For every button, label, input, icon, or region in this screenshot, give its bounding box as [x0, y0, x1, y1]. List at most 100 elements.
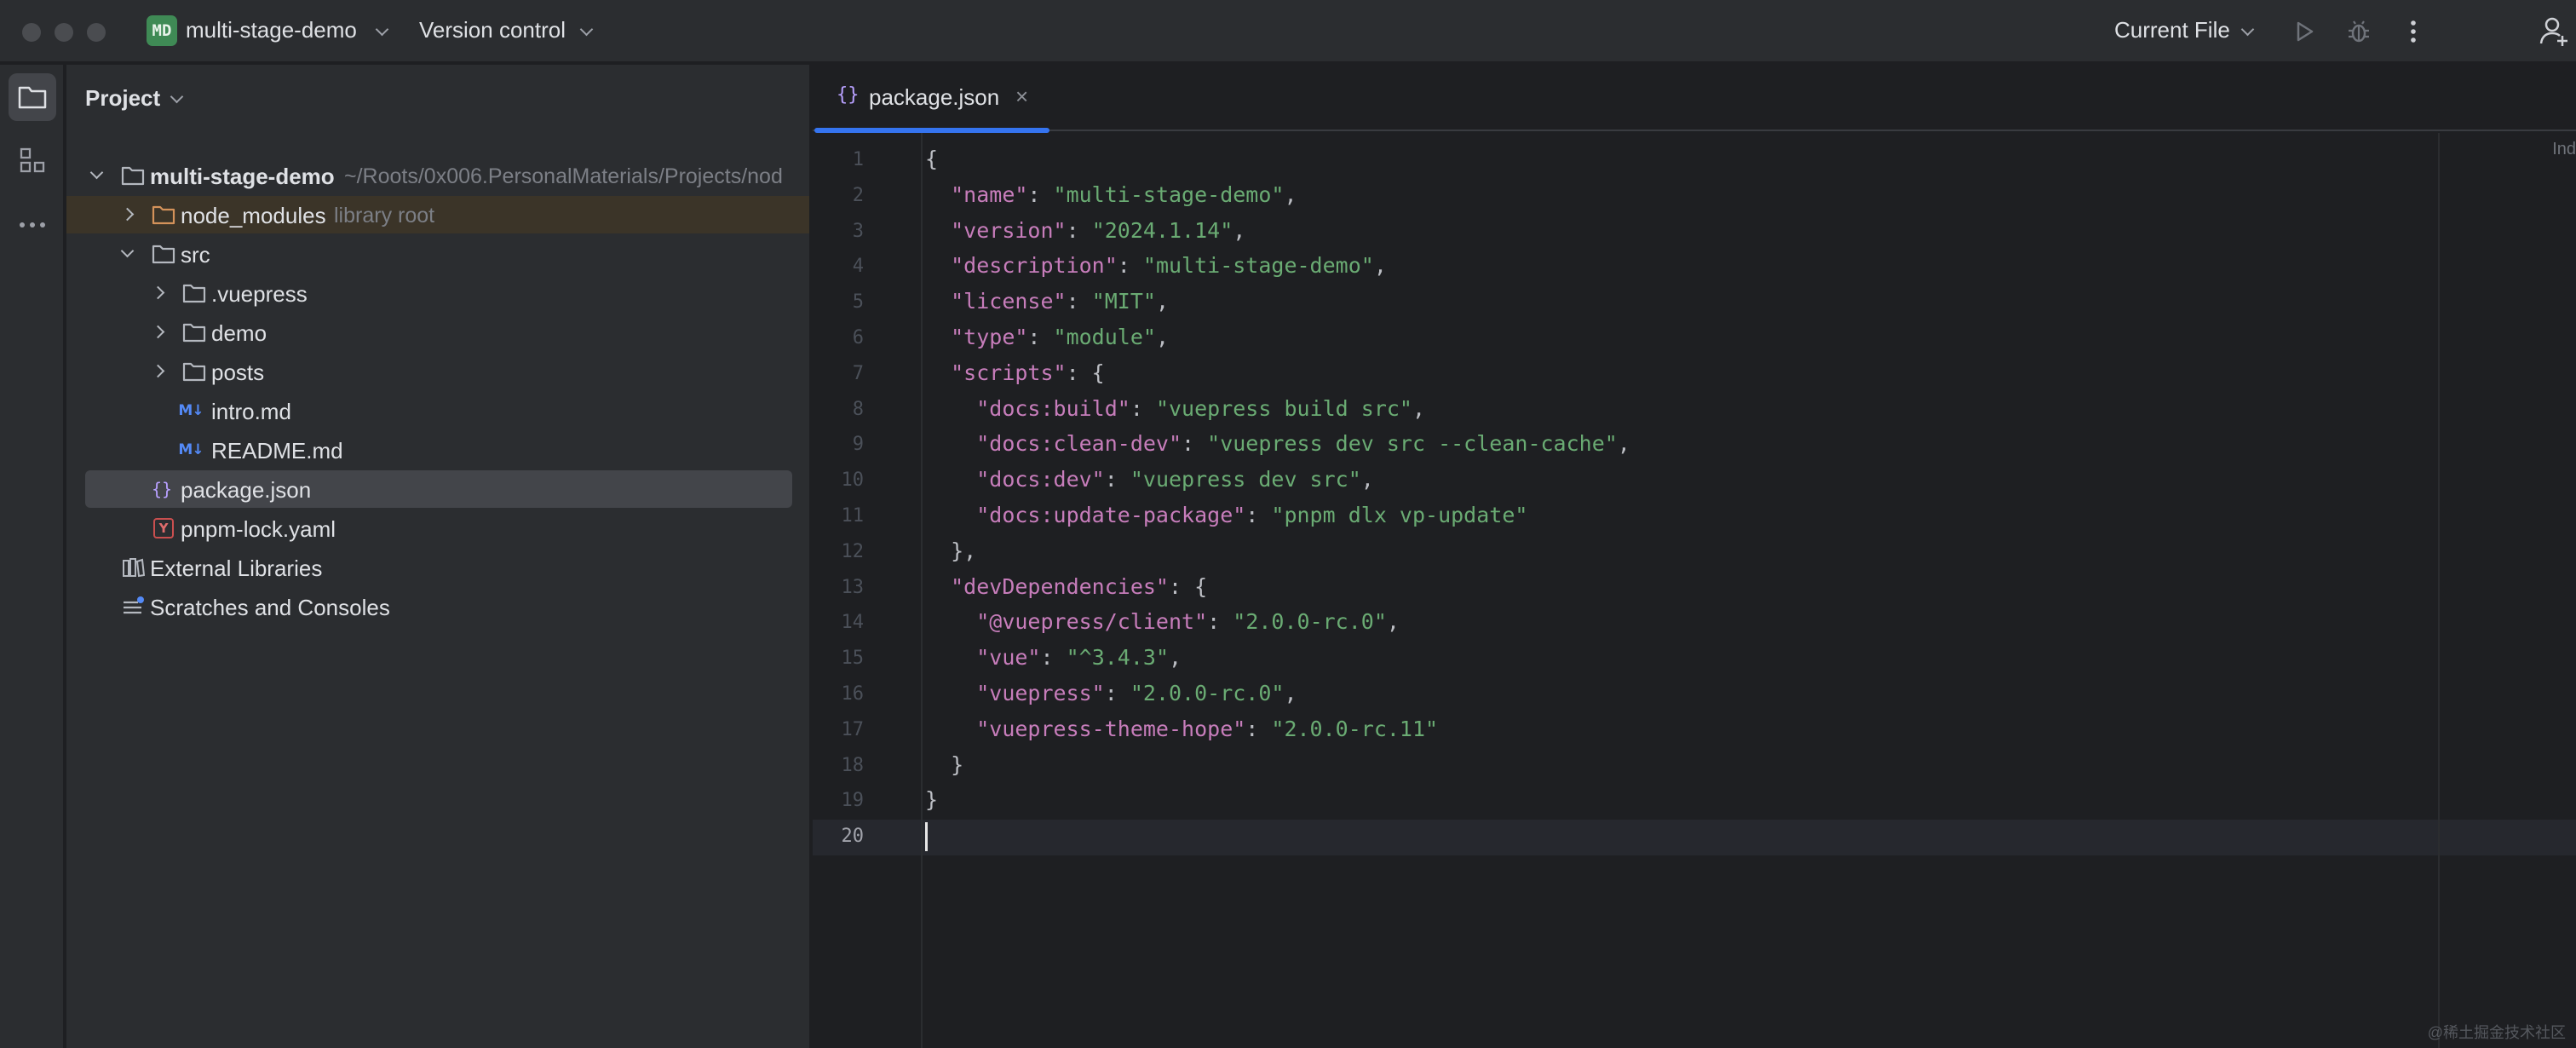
- vcs-menu[interactable]: Version control: [419, 17, 566, 43]
- tree-item-label: Scratches and Consoles: [150, 595, 390, 620]
- tree-item-label: pnpm-lock.yaml: [181, 516, 336, 542]
- yaml-icon: Y: [150, 515, 177, 542]
- root-label: multi-stage-demo: [150, 164, 335, 189]
- tree-item-label: posts: [211, 360, 265, 385]
- tree-item-label: README.md: [211, 438, 343, 464]
- kebab-icon: [2411, 20, 2416, 43]
- code-line[interactable]: "scripts": {: [925, 360, 1105, 385]
- tree-item-label: package.json: [181, 477, 312, 503]
- tree-item-readme-md[interactable]: M↓ README.md: [66, 431, 809, 469]
- line-number: 14: [841, 612, 865, 634]
- code-line[interactable]: {: [925, 147, 938, 171]
- chevron-down-icon[interactable]: [579, 22, 594, 37]
- expand-arrow-icon[interactable]: [120, 207, 135, 222]
- expand-arrow-icon[interactable]: [120, 244, 135, 258]
- code-line[interactable]: "vuepress-theme-hope": "2.0.0-rc.11": [925, 717, 1438, 741]
- code-line[interactable]: "docs:dev": "vuepress dev src",: [925, 467, 1374, 492]
- line-number: 7: [852, 362, 864, 384]
- tab-package-json[interactable]: {} package.json ×: [814, 65, 1049, 133]
- tree-item-intro-md[interactable]: M↓ intro.md: [66, 392, 809, 429]
- line-number: 13: [841, 576, 865, 598]
- tree-item-external-libraries[interactable]: External Libraries: [66, 549, 809, 586]
- chevron-down-icon[interactable]: [170, 89, 184, 104]
- line-number: 4: [852, 256, 864, 278]
- code-line[interactable]: }: [925, 752, 963, 777]
- line-number: 11: [841, 505, 865, 527]
- folder-icon: [150, 240, 177, 268]
- chevron-down-icon[interactable]: [375, 22, 389, 37]
- code-line[interactable]: "type": "module",: [925, 325, 1169, 349]
- window-minimize-button[interactable]: [55, 23, 73, 42]
- expand-arrow-icon[interactable]: [151, 285, 165, 300]
- expand-arrow-icon[interactable]: [89, 165, 104, 180]
- run-button[interactable]: [2288, 15, 2320, 48]
- project-badge-icon[interactable]: MD: [147, 15, 177, 46]
- window-zoom-button[interactable]: [87, 23, 106, 42]
- expand-arrow-icon[interactable]: [151, 364, 165, 378]
- folder-icon: [181, 279, 208, 307]
- tree-item-package-json[interactable]: {} package.json: [66, 470, 809, 508]
- project-panel: Project multi-stage-demo ~/Roots/0x006.P…: [66, 65, 811, 1048]
- add-user-button[interactable]: [2539, 15, 2571, 48]
- tree-item-posts[interactable]: posts: [66, 353, 809, 390]
- line-number: 5: [852, 291, 864, 314]
- line-number: 2: [852, 184, 864, 206]
- line-number: 18: [841, 754, 865, 776]
- code-line[interactable]: },: [925, 538, 976, 563]
- project-tool-button[interactable]: [9, 73, 56, 121]
- run-config-selector[interactable]: Current File: [2114, 17, 2230, 43]
- code-line[interactable]: "devDependencies": {: [925, 574, 1207, 599]
- structure-icon: [20, 147, 45, 173]
- editor-area: {} package.json × Ind 1 2 3 4 5 6 7 8 9 10 11 12 13 1…: [813, 65, 2576, 1048]
- tree-item-demo[interactable]: demo: [66, 314, 809, 351]
- tree-item-label: .vuepress: [211, 281, 308, 307]
- folder-icon: [181, 358, 208, 385]
- tree-item-src[interactable]: src: [66, 235, 809, 273]
- yaml-icon-glyph: Y: [153, 518, 174, 538]
- tree-item-pnpm-lock[interactable]: Y pnpm-lock.yaml: [66, 510, 809, 547]
- code-line[interactable]: "name": "multi-stage-demo",: [925, 182, 1297, 207]
- more-tools-button[interactable]: [9, 201, 56, 249]
- debug-button[interactable]: [2343, 15, 2375, 48]
- structure-tool-button[interactable]: [9, 136, 56, 184]
- gutter-separator: [921, 133, 923, 1048]
- line-number: 17: [841, 718, 865, 740]
- more-actions-button[interactable]: [2397, 15, 2429, 48]
- code-line[interactable]: "docs:update-package": "pnpm dlx vp-upda…: [925, 503, 1527, 527]
- code-line[interactable]: "docs:clean-dev": "vuepress dev src --cl…: [925, 431, 1630, 456]
- ellipsis-icon: [20, 222, 45, 227]
- tree-item-vuepress[interactable]: .vuepress: [66, 274, 809, 312]
- expand-arrow-icon[interactable]: [151, 325, 165, 339]
- code-line[interactable]: "description": "multi-stage-demo",: [925, 253, 1387, 278]
- code-line[interactable]: "docs:build": "vuepress build src",: [925, 396, 1425, 421]
- indent-hint: Ind: [2552, 140, 2576, 158]
- line-number: 12: [841, 540, 865, 562]
- window-close-button[interactable]: [22, 23, 41, 42]
- code-line[interactable]: }: [925, 787, 938, 812]
- tree-item-node-modules[interactable]: node_modules library root: [66, 196, 809, 233]
- code-line[interactable]: "vue": "^3.4.3",: [925, 645, 1182, 670]
- code-line[interactable]: "@vuepress/client": "2.0.0-rc.0",: [925, 609, 1400, 634]
- project-switcher[interactable]: multi-stage-demo: [186, 17, 357, 43]
- text-caret: [925, 822, 928, 852]
- close-icon[interactable]: ×: [1015, 83, 1028, 110]
- code-line[interactable]: "version": "2024.1.14",: [925, 218, 1245, 243]
- chevron-down-icon[interactable]: [2240, 22, 2255, 37]
- code-line[interactable]: "license": "MIT",: [925, 289, 1169, 314]
- tree-item-scratches[interactable]: Scratches and Consoles: [66, 588, 809, 625]
- tree-item-label: intro.md: [211, 399, 291, 424]
- right-margin-guide: [2438, 133, 2440, 1048]
- code-line[interactable]: "vuepress": "2.0.0-rc.0",: [925, 681, 1297, 705]
- watermark: @稀土掘金技术社区: [2427, 1024, 2566, 1041]
- json-icon: {}: [151, 479, 173, 499]
- active-tab-indicator: [814, 128, 1049, 133]
- tree-root[interactable]: multi-stage-demo ~/Roots/0x006.PersonalM…: [66, 157, 809, 194]
- line-number: 20: [841, 826, 865, 848]
- tree-item-label: demo: [211, 320, 267, 346]
- tree-item-label: node_modules: [181, 203, 326, 228]
- editor-tab-bar: {} package.json ×: [813, 65, 2576, 133]
- markdown-icon: M↓: [178, 441, 204, 458]
- title-bar: MD multi-stage-demo Version control Curr…: [0, 0, 2576, 63]
- panel-title[interactable]: Project: [85, 85, 160, 112]
- bug-icon: [2349, 20, 2369, 43]
